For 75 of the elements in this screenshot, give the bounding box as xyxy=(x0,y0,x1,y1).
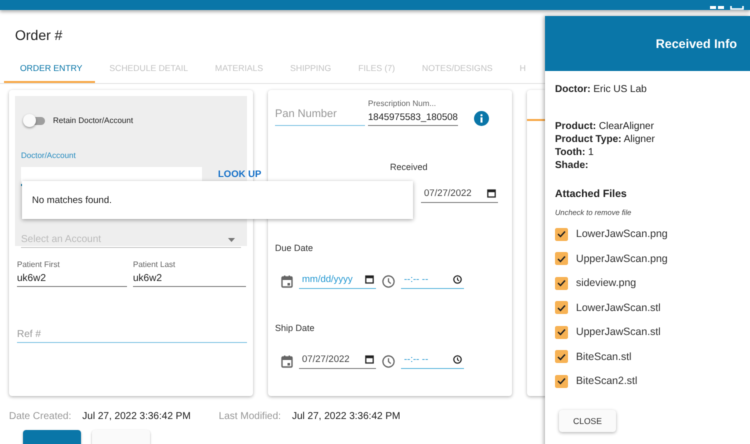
info-line: Shade: xyxy=(555,159,590,172)
window-icon[interactable] xyxy=(730,6,744,10)
ref-field[interactable]: Ref # xyxy=(17,329,247,343)
info-line: Product Type: Aligner xyxy=(555,133,656,146)
check-icon xyxy=(557,254,566,263)
calendar-icon[interactable] xyxy=(365,275,374,284)
file-name: LowerJawScan.stl xyxy=(576,302,661,314)
page-title: Order # xyxy=(14,26,64,45)
field-label: Due Date xyxy=(275,243,314,253)
file-name: BiteScan.stl xyxy=(576,350,632,363)
check-icon xyxy=(557,352,566,361)
section-title: Attached Files xyxy=(555,188,628,200)
file-name: BiteScan2.stl xyxy=(576,375,638,388)
field-label: Last Modified: xyxy=(218,411,281,422)
checkbox[interactable] xyxy=(555,326,568,339)
calendar-icon[interactable] xyxy=(487,189,496,198)
field-value: Jul 27, 2022 3:36:42 PM xyxy=(292,411,400,422)
field-label: Patient First xyxy=(17,260,61,269)
calendar-icon xyxy=(281,275,293,288)
time-field[interactable]: --:-- -- xyxy=(401,274,464,289)
file-name: sideview.png xyxy=(576,277,636,290)
tab[interactable]: ORDER ENTRY xyxy=(4,54,96,83)
calendar-icon xyxy=(281,355,293,368)
field-label: Date Created: xyxy=(9,411,72,422)
check-icon xyxy=(557,304,566,312)
checkbox[interactable] xyxy=(555,252,568,266)
text-field[interactable]: 1845975583_180508 xyxy=(368,112,458,126)
checkbox[interactable] xyxy=(555,350,568,364)
clock-icon[interactable] xyxy=(453,355,462,364)
pan-number-field[interactable]: Pan Number xyxy=(275,108,365,126)
checkbox[interactable] xyxy=(555,276,568,290)
info-line: Doctor: Eric US Lab xyxy=(555,83,648,96)
caret-icon[interactable] xyxy=(228,238,235,242)
tab[interactable]: NOTES/DESIGNS xyxy=(408,54,506,83)
time-field[interactable]: --:-- -- xyxy=(401,354,464,369)
tab[interactable]: FILES (7) xyxy=(344,54,408,83)
text-field[interactable]: uk6w2 xyxy=(17,273,127,287)
checkbox[interactable] xyxy=(555,301,568,314)
file-name: UpperJawScan.png xyxy=(576,252,668,265)
look-up-button[interactable]: LOOK UP xyxy=(218,169,262,186)
no-matches-message: No matches found. xyxy=(32,194,112,206)
info-line: Tooth: 1 xyxy=(555,146,595,159)
toggle-label: Retain Doctor/Account xyxy=(53,116,134,125)
tab[interactable]: MATERIALS xyxy=(201,54,276,83)
check-icon xyxy=(557,279,566,288)
field-label: Received xyxy=(389,162,429,172)
drawer-title: Received Info xyxy=(656,36,737,50)
check-icon xyxy=(557,328,566,336)
file-name: LowerJawScan.png xyxy=(576,228,668,240)
tab[interactable]: H xyxy=(506,54,539,83)
field-label: Ship Date xyxy=(275,323,316,333)
date-field[interactable]: mm/dd/yyyy xyxy=(299,274,376,289)
date-field[interactable]: 07/27/2022 xyxy=(299,354,376,369)
tab[interactable]: SHIPPING xyxy=(276,54,344,83)
info-line: Product: ClearAligner xyxy=(555,120,655,133)
tab[interactable]: SCHEDULE DETAIL xyxy=(95,54,202,83)
clock-icon xyxy=(382,355,395,368)
calendar-icon[interactable] xyxy=(365,355,374,364)
field-label: Doctor/Account xyxy=(21,151,76,160)
clock-icon[interactable] xyxy=(453,275,462,284)
toggle-switch[interactable] xyxy=(25,116,45,124)
date-field[interactable]: 07/27/2022 xyxy=(421,188,498,203)
grid-icon[interactable] xyxy=(710,6,724,10)
check-icon xyxy=(557,230,566,238)
check-icon xyxy=(557,377,566,386)
checkbox[interactable] xyxy=(555,374,568,388)
checkbox[interactable] xyxy=(555,228,568,241)
file-name: UpperJawScan.stl xyxy=(576,326,661,338)
close-button[interactable]: CLOSE xyxy=(559,410,616,432)
info-icon[interactable] xyxy=(474,111,489,126)
field-label: Prescription Num... xyxy=(368,99,438,108)
text-field[interactable]: uk6w2 xyxy=(133,273,246,287)
clock-icon xyxy=(382,275,395,288)
field-label: Patient Last xyxy=(133,260,176,269)
field-value: Jul 27, 2022 3:36:42 PM xyxy=(82,411,191,422)
